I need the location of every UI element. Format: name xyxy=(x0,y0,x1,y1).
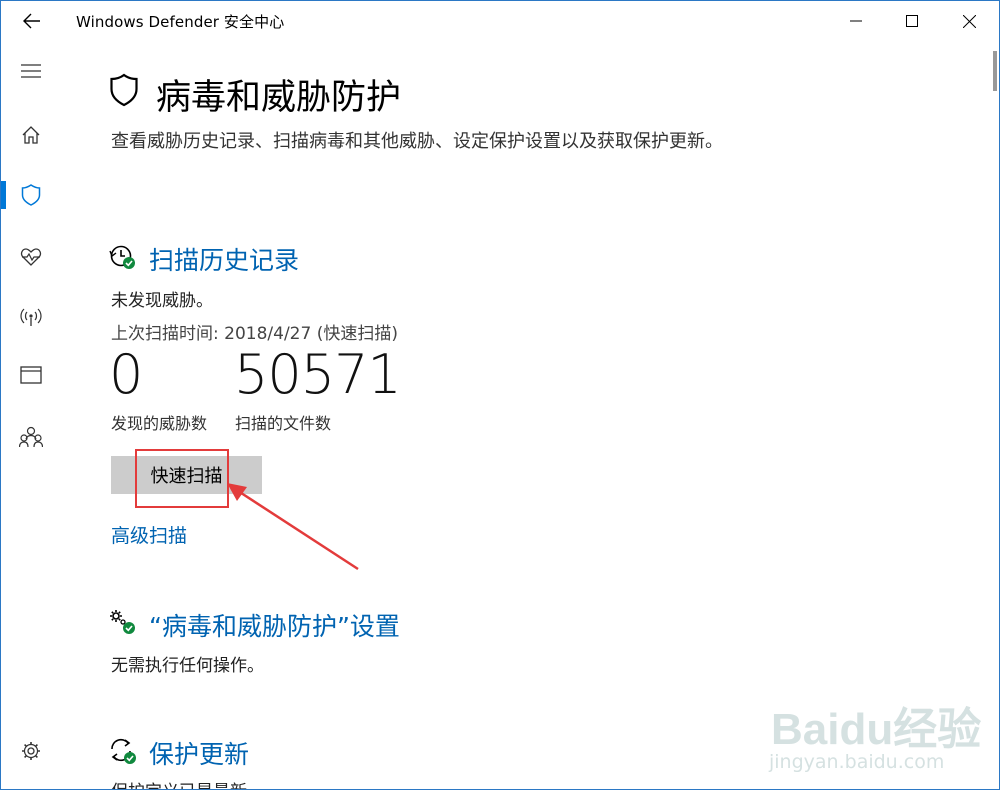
vertical-scrollbar[interactable] xyxy=(993,51,997,751)
threats-found-label: 发现的威胁数 xyxy=(111,414,208,433)
sidebar xyxy=(1,41,61,789)
page-title: 病毒和威胁防护 xyxy=(156,78,402,118)
files-scanned-label: 扫描的文件数 xyxy=(235,414,332,433)
home-icon xyxy=(22,126,40,144)
shield-icon xyxy=(21,184,41,206)
gear-icon xyxy=(22,742,40,760)
scan-history-link[interactable]: 扫描历史记录 xyxy=(149,241,299,277)
advanced-scan-link[interactable]: 高级扫描 xyxy=(111,521,187,548)
sidebar-item-virus-protection[interactable] xyxy=(1,171,61,219)
updates-status-text: 保护定义已是最新 xyxy=(111,777,247,789)
maximize-icon xyxy=(906,15,918,27)
app-window: Windows Defender 安全中心 病毒和威胁防护 查看威胁历史记录、扫… xyxy=(0,0,1000,790)
maximize-button[interactable] xyxy=(889,5,935,37)
last-scan-text: 上次扫描时间: 2018/4/27 (快速扫描) xyxy=(111,324,398,344)
files-scanned-count: 50571 xyxy=(234,343,402,406)
close-button[interactable] xyxy=(946,5,992,37)
window-title: Windows Defender 安全中心 xyxy=(76,13,285,31)
heart-pulse-icon xyxy=(20,248,42,266)
baidu-watermark: Baidu经验 jingyan.baidu.com xyxy=(761,681,981,781)
settings-status-text: 无需执行任何操作。 xyxy=(111,656,264,676)
minimize-button[interactable] xyxy=(833,5,879,37)
sidebar-item-firewall-network[interactable] xyxy=(1,293,61,341)
back-button[interactable] xyxy=(13,5,51,37)
sidebar-item-family-options[interactable] xyxy=(1,413,61,461)
back-arrow-icon xyxy=(23,13,40,29)
sidebar-item-home[interactable] xyxy=(1,111,61,159)
threats-found-count: 0 xyxy=(109,343,143,406)
scan-status-text: 未发现威胁。 xyxy=(111,291,213,311)
browser-window-icon xyxy=(20,366,42,384)
hamburger-menu-button[interactable] xyxy=(1,47,61,95)
wireless-icon xyxy=(20,308,42,326)
highlight-annotation-box xyxy=(135,449,229,508)
protection-updates-link[interactable]: 保护更新 xyxy=(149,735,249,771)
scan-history-icon xyxy=(109,245,135,269)
protection-updates-icon xyxy=(111,738,136,764)
watermark-url: jingyan.baidu.com xyxy=(769,751,945,773)
annotation-arrow-icon xyxy=(227,483,359,571)
sidebar-item-device-health[interactable] xyxy=(1,233,61,281)
main-content: 病毒和威胁防护 查看威胁历史记录、扫描病毒和其他威胁、设定保护设置以及获取保护更… xyxy=(1,1,999,789)
watermark-logo: Baidu经验 xyxy=(771,705,982,754)
protection-settings-link[interactable]: “病毒和威胁防护”设置 xyxy=(149,607,400,643)
sidebar-item-settings[interactable] xyxy=(1,727,61,775)
title-bar: Windows Defender 安全中心 xyxy=(1,1,999,41)
shield-icon xyxy=(110,73,138,107)
page-description: 查看威胁历史记录、扫描病毒和其他威胁、设定保护设置以及获取保护更新。 xyxy=(111,131,723,152)
scrollbar-thumb[interactable] xyxy=(993,51,997,91)
selected-indicator xyxy=(1,181,6,209)
close-icon xyxy=(962,14,976,28)
minimize-icon xyxy=(850,20,862,22)
settings-gears-icon xyxy=(110,610,135,634)
hamburger-menu-icon xyxy=(21,64,41,78)
sidebar-item-app-browser-control[interactable] xyxy=(1,351,61,399)
family-icon xyxy=(19,426,43,448)
